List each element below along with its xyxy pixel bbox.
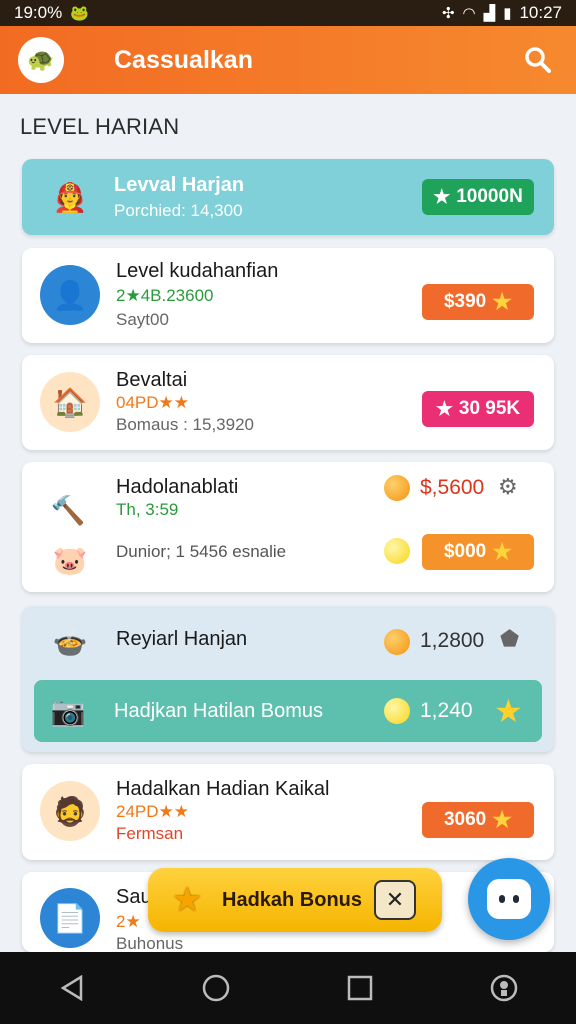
card-title: Reyiarl Hanjan [116,628,248,650]
camera-icon: 📷 [50,695,86,727]
reward-pill[interactable]: ★ 30 95K [422,391,534,427]
bowl-icon: 🍲 [52,626,88,658]
recents-icon [347,975,373,1001]
bonus-group-card: 🍲 Reyiarl Hanjan 1,2800 ⬟ 📷 Hadjkan Hati… [22,606,554,752]
status-left-text: 19:0% [14,3,63,22]
amount-value: 1,2800 [420,629,485,652]
house-icon: 🏠 [40,372,100,432]
app-bar: 🐢 Cassualkan [0,26,576,94]
star-icon: ★ [172,881,203,919]
search-button[interactable] [518,40,558,80]
reward-pill[interactable]: ★ 10000N [422,179,534,215]
coin-icon [384,698,410,724]
card-detail: Dunior; 1 5456 esnalie [116,542,287,561]
star-icon: ★ [494,693,523,729]
gear-icon: ⚙ [498,474,518,499]
character-avatar-icon: 🧑‍🚒 [52,181,88,213]
app-notification-icon: 🐸 [70,5,89,22]
card-subtitle: 2★ [116,912,141,931]
status-bar: 19:0% 🐸 ✣ ◠ ▟ ▮ 10:27 [0,0,576,26]
wifi-icon: ◠ [462,5,476,22]
amount-value: $,5600 [420,476,485,499]
bonus-banner[interactable]: ★ Hadkah Bonus ✕ [148,868,442,932]
app-logo[interactable]: 🐢 [18,37,64,83]
star-icon: ★ [492,539,512,564]
card-detail: Buhonus [116,934,184,953]
card-subtitle: Porchied: 14,300 [114,201,243,220]
card-title: Level kudahanfian [116,260,279,282]
bonus-banner-label: Hadkah Bonus [222,888,363,911]
signal-icon: ▟ [483,5,496,22]
vibrate-icon: ✣ [441,5,455,22]
shield-icon: ⬟ [500,626,520,651]
app-title: Cassualkan [114,45,253,74]
reward-value: 10000N [456,186,523,207]
card-title: Bevaltai [116,369,188,391]
card-title: Sau [116,886,152,908]
star-icon: ★ [492,289,512,314]
reward-value: 30 95K [458,398,521,419]
daily-level-card[interactable]: 🧑‍🚒 Levval Harjan Porchied: 14,300 ★ 100… [22,159,554,235]
reward-pill[interactable]: 3060 ★ [422,802,534,838]
system-nav-bar [0,952,576,1024]
card-title: Hadalkan Hadian Kaikal [116,778,330,800]
back-icon [60,974,83,1002]
card-title: Levval Harjan [114,174,245,196]
level-card[interactable]: 🔨 Hadolanablati Th, 3:59 🐷 Dunior; 1 545… [22,462,554,592]
assistant-fab[interactable] [468,858,550,940]
card-subtitle: Th, 3:59 [116,500,179,519]
star-icon: ★ [492,807,512,832]
reward-pill[interactable]: $390 ★ [422,284,534,320]
coin-icon [384,538,410,564]
document-icon: 📄 [40,888,100,948]
home-icon [202,974,230,1002]
card-subtitle: 04PD★★ [116,393,190,412]
card-subtitle: 24PD★★ [116,802,190,821]
character-avatar-icon: 🧔 [40,781,100,841]
level-card[interactable]: 🏠 Bevaltai 04PD★★ Bomaus : 15,3920 ★ 30 … [22,355,554,450]
card-subtitle: 2★4B.23600 [116,286,214,305]
recents-button[interactable] [340,968,380,1008]
card-detail: Fermsan [116,824,184,843]
back-button[interactable] [52,968,92,1008]
coin-icon [384,475,410,501]
close-button[interactable]: ✕ [374,880,416,920]
star-icon: ★ [435,398,453,420]
card-detail: Sayt00 [116,310,169,329]
pig-icon: 🐷 [52,544,88,576]
bonus-row-title: Hadjkan Hatilan Bomus [114,700,323,722]
level-card[interactable]: 🧔 Hadalkan Hadian Kaikal 24PD★★ Fermsan … [22,764,554,860]
amount-value: 1,240 [420,699,473,722]
accessibility-button[interactable] [484,968,524,1008]
close-icon: ✕ [385,887,405,912]
user-icon: 👤 [40,265,100,325]
battery-icon: ▮ [503,5,512,22]
reward-value: 3060 [443,809,487,830]
section-heading: LEVEL HARIAN [20,114,180,139]
star-icon: ★ [433,186,451,208]
level-card[interactable]: 👤 Level kudahanfian 2★4B.23600 Sayt00 $3… [22,248,554,343]
face-icon [487,879,531,919]
accessibility-icon [490,974,518,1002]
reward-value: $000 [443,541,487,562]
bonus-row[interactable]: 📷 Hadjkan Hatilan Bomus 1,240 ★ [34,680,542,742]
home-button[interactable] [196,968,236,1008]
coin-icon [384,629,410,655]
card-title: Hadolanablati [116,476,239,498]
reward-value: $390 [443,291,487,312]
status-time: 10:27 [519,3,562,22]
reward-pill[interactable]: $000 ★ [422,534,534,570]
card-detail: Bomaus : 15,3920 [116,415,254,434]
search-icon [525,47,551,73]
